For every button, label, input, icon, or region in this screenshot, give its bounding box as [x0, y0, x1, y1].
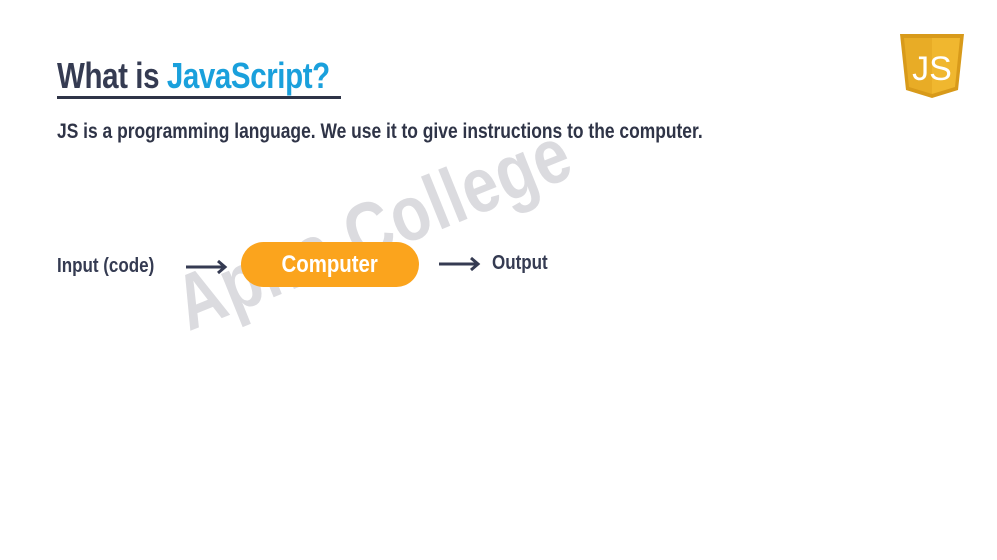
arrow-right-icon — [439, 256, 481, 272]
slide: What is JavaScript? JS is a programming … — [0, 0, 997, 560]
slide-title: What is JavaScript? — [57, 52, 330, 100]
slide-subtitle: JS is a programming language. We use it … — [57, 120, 703, 143]
computer-label: Computer — [281, 250, 379, 278]
output-label: Output — [492, 252, 548, 274]
arrow-right-icon — [186, 259, 228, 275]
title-underline — [57, 96, 341, 99]
js-logo: JS — [900, 34, 964, 98]
logo-text: JS — [912, 50, 952, 88]
input-label: Input (code) — [57, 255, 155, 277]
title-prefix: What is — [57, 55, 167, 96]
computer-node: Computer — [241, 242, 419, 287]
title-highlight: JavaScript? — [166, 55, 330, 96]
